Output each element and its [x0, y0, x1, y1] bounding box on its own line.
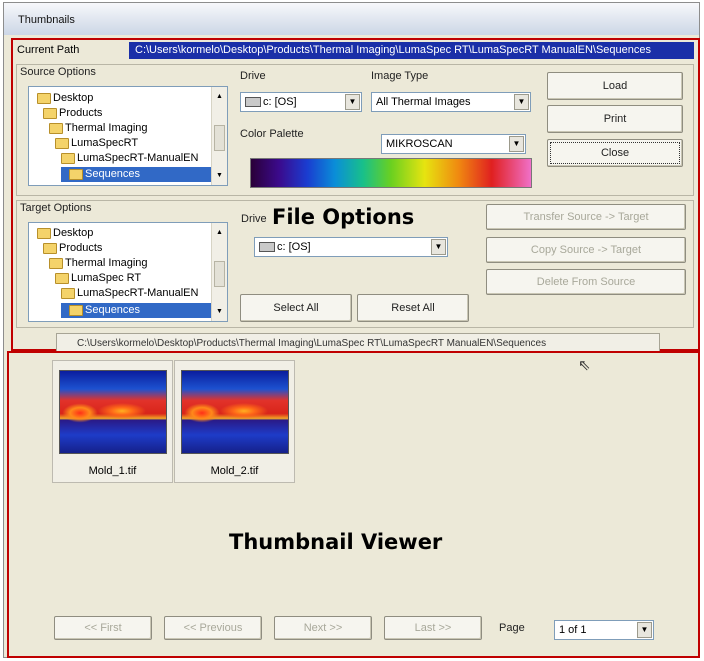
color-palette-label: Color Palette	[240, 128, 304, 140]
load-button[interactable]: Load	[547, 72, 683, 100]
folder-icon	[49, 122, 63, 134]
folder-icon	[61, 287, 75, 299]
scroll-down-arrow-icon[interactable]: ▼	[216, 308, 223, 315]
delete-button[interactable]: Delete From Source	[486, 269, 686, 295]
target-drive-label: Drive	[241, 213, 267, 225]
tree-scrollbar[interactable]: ▲ ▼	[211, 223, 227, 321]
folder-icon	[55, 272, 69, 284]
drive-icon	[259, 242, 275, 253]
chevron-down-icon[interactable]: ▼	[431, 239, 446, 255]
target-folder-tree[interactable]: Desktop Products Thermal Imaging LumaSpe…	[28, 222, 228, 322]
folder-icon	[37, 92, 51, 104]
page-label: Page	[499, 622, 525, 634]
scroll-thumb[interactable]	[214, 261, 225, 287]
tree-item[interactable]: LumaSpecRT	[55, 136, 138, 151]
reset-all-button[interactable]: Reset All	[357, 294, 469, 322]
tree-item[interactable]: Products	[43, 106, 102, 121]
current-path-value: C:\Users\kormelo\Desktop\Products\Therma…	[135, 44, 652, 56]
folder-icon	[69, 304, 83, 316]
copy-button[interactable]: Copy Source -> Target	[486, 237, 686, 263]
folder-icon	[43, 107, 57, 119]
title-bar[interactable]: Thumbnails	[4, 3, 699, 35]
close-button[interactable]: Close	[547, 139, 683, 167]
tree-item[interactable]: Desktop	[37, 226, 93, 241]
tree-item[interactable]: Thermal Imaging	[49, 256, 148, 271]
folder-icon	[61, 152, 75, 164]
tree-item[interactable]: Products	[43, 241, 102, 256]
thumbnail-card[interactable]: Mold_2.tif	[174, 360, 295, 483]
source-drive-label: Drive	[240, 70, 266, 82]
tree-item[interactable]: LumaSpecRT-ManualEN	[61, 151, 198, 166]
previous-page-button[interactable]: << Previous	[164, 616, 262, 640]
tree-item[interactable]: Desktop	[37, 91, 93, 106]
folder-icon	[49, 257, 63, 269]
color-palette-select[interactable]: MIKROSCAN ▼	[381, 134, 526, 154]
tree-item-selected[interactable]: Sequences	[61, 167, 211, 182]
last-page-button[interactable]: Last >>	[384, 616, 482, 640]
folder-icon	[69, 168, 83, 180]
window-title: Thumbnails	[18, 14, 75, 26]
source-folder-tree[interactable]: Desktop Products Thermal Imaging LumaSpe…	[28, 86, 228, 186]
thumbnail-image	[59, 370, 167, 454]
chevron-down-icon[interactable]: ▼	[509, 136, 524, 152]
scroll-down-arrow-icon[interactable]: ▼	[216, 172, 223, 179]
folder-icon	[37, 227, 51, 239]
thumbnail-name: Mold_1.tif	[88, 465, 137, 477]
chevron-down-icon[interactable]: ▼	[345, 94, 360, 110]
thumbnail-name: Mold_2.tif	[210, 465, 259, 477]
tree-item[interactable]: LumaSpec RT	[55, 271, 141, 286]
scroll-up-arrow-icon[interactable]: ▲	[216, 229, 223, 236]
current-path-field: C:\Users\kormelo\Desktop\Products\Therma…	[129, 42, 694, 59]
source-options-label: Source Options	[20, 66, 96, 78]
page-select[interactable]: 1 of 1 ▼	[554, 620, 654, 640]
drive-icon	[245, 97, 261, 108]
tree-item[interactable]: LumaSpecRT-ManualEN	[61, 286, 198, 301]
target-drive-select[interactable]: c: [OS] ▼	[254, 237, 448, 257]
first-page-button[interactable]: << First	[54, 616, 152, 640]
tree-item[interactable]: Thermal Imaging	[49, 121, 148, 136]
target-options-label: Target Options	[20, 202, 92, 214]
current-path-label: Current Path	[17, 44, 80, 56]
folder-icon	[43, 242, 57, 254]
source-drive-select[interactable]: c: [OS] ▼	[240, 92, 362, 112]
print-button[interactable]: Print	[547, 105, 683, 133]
scroll-up-arrow-icon[interactable]: ▲	[216, 93, 223, 100]
scroll-thumb[interactable]	[214, 125, 225, 151]
chevron-down-icon[interactable]: ▼	[514, 94, 529, 110]
folder-icon	[55, 137, 69, 149]
thumbnail-image	[181, 370, 289, 454]
image-type-select[interactable]: All Thermal Images ▼	[371, 92, 531, 112]
color-palette-bar	[250, 158, 532, 188]
image-type-label: Image Type	[371, 70, 429, 82]
file-options-label: File Options	[272, 205, 415, 229]
transfer-button[interactable]: Transfer Source -> Target	[486, 204, 686, 230]
next-page-button[interactable]: Next >>	[274, 616, 372, 640]
thumbnail-viewer-label: Thumbnail Viewer	[229, 530, 443, 554]
select-all-button[interactable]: Select All	[240, 294, 352, 322]
chevron-down-icon[interactable]: ▼	[637, 622, 652, 638]
thumbnail-card[interactable]: Mold_1.tif	[52, 360, 173, 483]
tree-scrollbar[interactable]: ▲ ▼	[211, 87, 227, 185]
thumbnail-path-bar: C:\Users\kormelo\Desktop\Products\Therma…	[56, 333, 660, 353]
tree-item-selected[interactable]: Sequences	[61, 303, 211, 318]
